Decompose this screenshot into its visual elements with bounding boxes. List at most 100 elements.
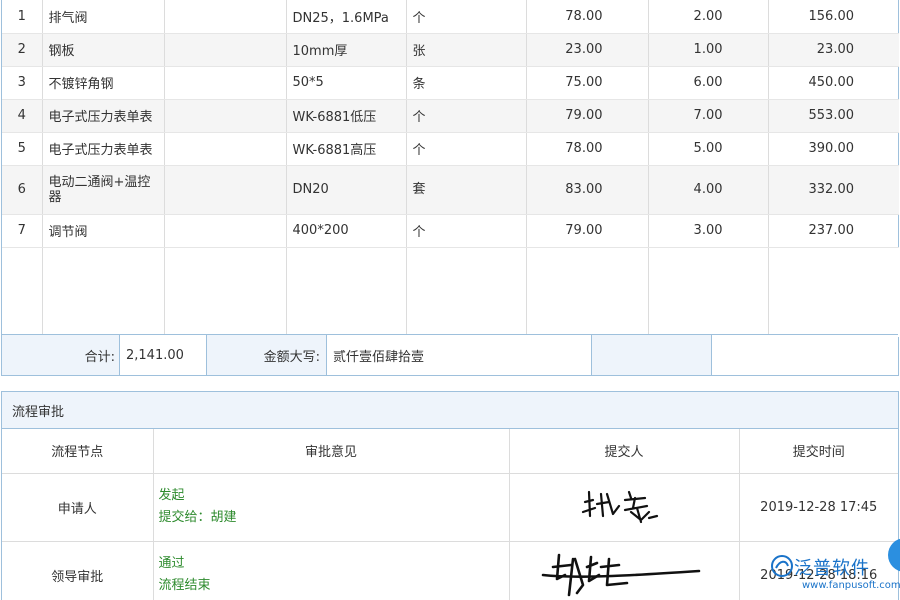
table-row: 4 电子式压力表单表 WK-6881低压个 79.00 7.00 553.00 — [2, 99, 899, 133]
header-time: 提交时间 — [739, 429, 898, 474]
brand-watermark: 泛普软件 www.fanpusoft.com — [768, 538, 900, 600]
item-name: 排气阀 — [42, 0, 165, 34]
item-price: 75.00 — [526, 66, 649, 100]
approval-table: 流程节点 审批意见 提交人 提交时间 申请人 发起 提交给：胡建 2019-12… — [2, 429, 898, 600]
item-qty: 1.00 — [648, 33, 769, 67]
approval-opinion: 发起 提交给：胡建 — [153, 473, 510, 542]
signature-zhang-xin — [509, 473, 740, 542]
opinion-line: 发起 — [158, 488, 185, 503]
empty-cell — [648, 247, 769, 337]
item-unit: 个 — [406, 0, 527, 34]
approval-row: 申请人 发起 提交给：胡建 2019-12-28 17:45 — [2, 473, 898, 542]
brand-logo-icon — [771, 555, 793, 577]
item-spec: 400*200 — [286, 214, 407, 248]
item-spec: 50*5 — [286, 66, 407, 100]
approval-header-row: 流程节点 审批意见 提交人 提交时间 — [2, 429, 898, 474]
item-name: 电动二通阀+温控器 — [42, 165, 165, 215]
item-amount: 156.00 — [768, 0, 899, 34]
item-amount: 237.00 — [768, 214, 899, 248]
approval-panel: 流程审批 流程节点 审批意见 提交人 提交时间 申请人 发起 提交给：胡建 20… — [1, 391, 899, 600]
item-unit: 张 — [406, 33, 527, 67]
totals-empty-cell — [712, 335, 898, 375]
item-spec: WK-6881高压 — [286, 132, 407, 166]
amount-words-value: 贰仟壹佰肆拾壹 — [327, 335, 592, 375]
row-index: 5 — [2, 132, 43, 166]
item-amount: 23.00 — [768, 33, 899, 67]
signature-hu-jian — [509, 541, 740, 600]
item-unit: 个 — [406, 214, 527, 248]
item-qty: 2.00 — [648, 0, 769, 34]
item-spec: WK-6881低压 — [286, 99, 407, 133]
opinion-line: 提交给：胡建 — [158, 510, 237, 525]
table-row: 1 排气阀 DN25，1.6MPa 个 78.00 2.00 156.00 — [2, 0, 899, 34]
item-extra — [164, 0, 287, 34]
empty-cell — [768, 247, 899, 337]
item-amount: 332.00 — [768, 165, 899, 215]
opinion-line: 通过 — [158, 556, 185, 571]
item-name: 钢板 — [42, 33, 165, 67]
item-extra — [164, 33, 287, 67]
signature-image — [541, 553, 701, 597]
opinion-line: 流程结束 — [158, 578, 211, 593]
empty-cell — [164, 247, 287, 337]
item-extra — [164, 66, 287, 100]
item-name: 不镀锌角钢 — [42, 66, 165, 100]
item-unit: 条 — [406, 66, 527, 100]
item-price: 83.00 — [526, 165, 649, 215]
items-panel: 1 排气阀 DN25，1.6MPa 个 78.00 2.00 156.00 2 钢板 10mm厚张… — [1, 0, 899, 376]
signature-image — [581, 490, 659, 524]
item-amount: 553.00 — [768, 99, 899, 133]
item-qty: 7.00 — [648, 99, 769, 133]
total-label: 合计: — [2, 335, 120, 375]
approval-title: 流程审批 — [2, 392, 898, 429]
item-price: 23.00 — [526, 33, 649, 67]
row-index: 1 — [2, 0, 43, 34]
item-amount: 450.00 — [768, 66, 899, 100]
approval-node: 申请人 — [2, 473, 154, 542]
amount-words-label: 金额大写: — [207, 335, 327, 375]
brand-name: 泛普软件 — [794, 558, 870, 579]
empty-cell — [526, 247, 649, 337]
row-index: 6 — [2, 165, 43, 215]
item-amount: 390.00 — [768, 132, 899, 166]
empty-cell — [406, 247, 527, 337]
table-row: 3 不镀锌角钢 50*5 条 75.00 6.00 450.00 — [2, 66, 899, 100]
item-spec: 10mm厚 — [286, 33, 407, 67]
item-qty: 4.00 — [648, 165, 769, 215]
header-node: 流程节点 — [2, 429, 154, 474]
table-row: 6 电动二通阀+温控器 DN20 套 83.00 4.00 332.00 — [2, 165, 899, 215]
row-index: 2 — [2, 33, 43, 67]
item-unit: 个 — [406, 99, 527, 133]
items-table: 1 排气阀 DN25，1.6MPa 个 78.00 2.00 156.00 2 钢板 10mm厚张… — [2, 0, 899, 337]
item-name: 调节阀 — [42, 214, 165, 248]
total-value: 2,141.00 — [120, 335, 207, 375]
approval-node: 领导审批 — [2, 541, 154, 600]
item-name: 电子式压力表单表 — [42, 99, 165, 133]
approval-opinion: 通过 流程结束 — [153, 541, 510, 600]
item-spec: DN20 — [286, 165, 407, 215]
totals-row: 合计: 2,141.00 金额大写: 贰仟壹佰肆拾壹 — [2, 334, 898, 375]
table-row: 2 钢板 10mm厚张 23.00 1.00 23.00 — [2, 33, 899, 67]
item-unit: 套 — [406, 165, 527, 215]
item-qty: 5.00 — [648, 132, 769, 166]
item-price: 79.00 — [526, 214, 649, 248]
row-index: 3 — [2, 66, 43, 100]
header-opinion: 审批意见 — [153, 429, 510, 474]
table-row: 7 调节阀 400*200 个 79.00 3.00 237.00 — [2, 214, 899, 248]
empty-cell — [42, 247, 165, 337]
item-price: 78.00 — [526, 132, 649, 166]
item-price: 79.00 — [526, 99, 649, 133]
empty-filler-row — [2, 247, 899, 337]
empty-cell — [286, 247, 407, 337]
table-row: 5 电子式压力表单表 WK-6881高压个 78.00 5.00 390.00 — [2, 132, 899, 166]
item-extra — [164, 132, 287, 166]
empty-cell — [2, 247, 43, 337]
row-index: 4 — [2, 99, 43, 133]
item-extra — [164, 214, 287, 248]
item-qty: 3.00 — [648, 214, 769, 248]
row-index: 7 — [2, 214, 43, 248]
header-submitter: 提交人 — [509, 429, 740, 474]
item-spec: DN25，1.6MPa — [286, 0, 407, 34]
item-qty: 6.00 — [648, 66, 769, 100]
item-extra — [164, 99, 287, 133]
